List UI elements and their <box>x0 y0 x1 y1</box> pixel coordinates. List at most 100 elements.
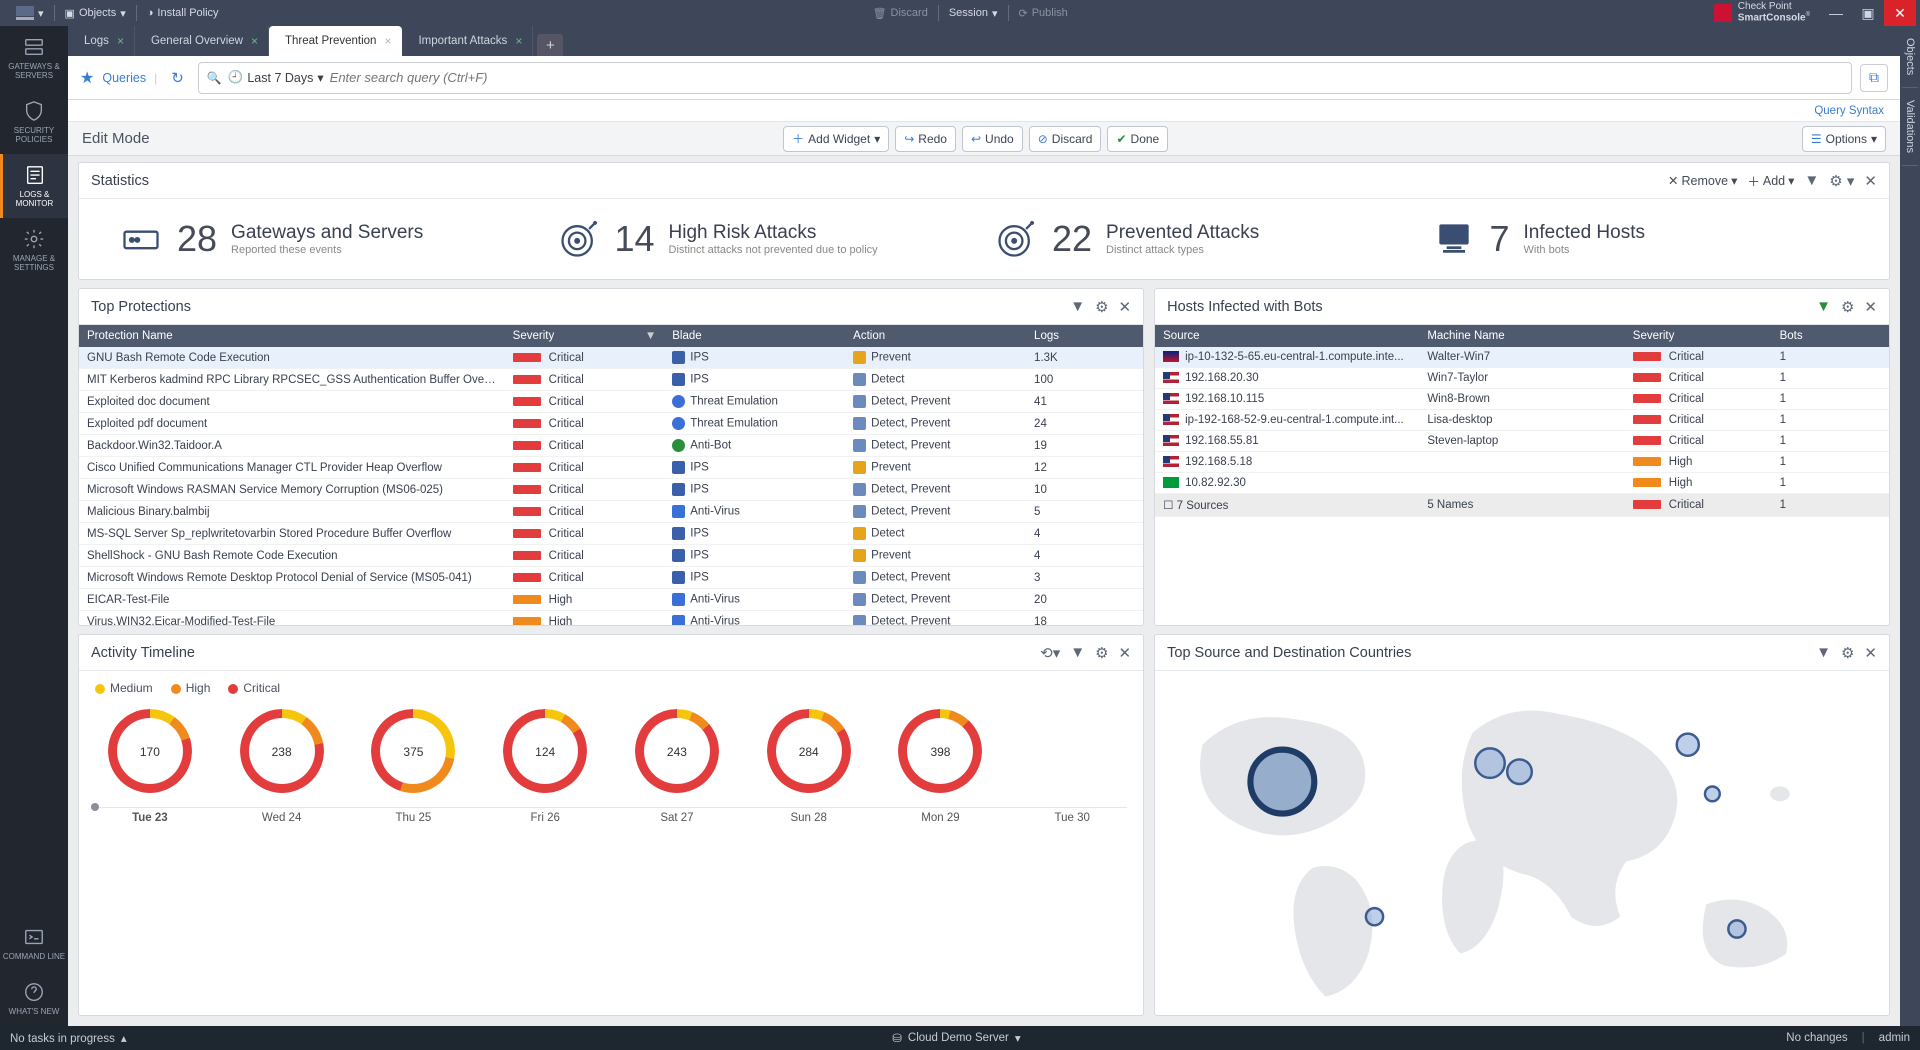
table-row[interactable]: Cisco Unified Communications Manager CTL… <box>79 457 1143 479</box>
add-widget-button[interactable]: ＋Add Widget ▾ <box>783 126 889 152</box>
close-icon[interactable]: × <box>117 34 124 48</box>
table-row[interactable]: 192.168.5.18 High 1 <box>1155 452 1889 473</box>
table-row[interactable]: 192.168.10.115 Win8-Brown Critical 1 <box>1155 389 1889 410</box>
table-row[interactable]: Microsoft Windows RASMAN Service Memory … <box>79 479 1143 501</box>
close-icon[interactable]: × <box>515 34 522 48</box>
table-row[interactable]: Microsoft Windows Remote Desktop Protoco… <box>79 567 1143 589</box>
siderail-manage[interactable]: MANAGE & SETTINGS <box>0 218 68 282</box>
filter-icon[interactable]: ▼ <box>1070 298 1085 315</box>
table-row[interactable]: ip-10-132-5-65.eu-central-1.compute.inte… <box>1155 347 1889 368</box>
stat-item[interactable]: 7 Infected Hosts With bots <box>1432 217 1850 261</box>
tab-logs[interactable]: Logs× <box>68 26 135 56</box>
filter-icon[interactable]: ▼ <box>1070 644 1085 661</box>
table-row[interactable]: Backdoor.Win32.Taidoor.A Critical Anti-B… <box>79 435 1143 457</box>
siderail-command-line[interactable]: COMMAND LINE <box>0 916 68 971</box>
righttab-objects[interactable]: Objects <box>1902 26 1918 88</box>
close-icon[interactable]: ✕ <box>1864 298 1877 316</box>
stat-item[interactable]: 14 High Risk Attacks Distinct attacks no… <box>557 217 975 261</box>
server-status[interactable]: ⛁ Cloud Demo Server ▾ <box>127 1031 1787 1045</box>
queries-link[interactable]: Queries <box>102 71 146 85</box>
done-button[interactable]: ✔Done <box>1107 126 1168 152</box>
table-row[interactable]: MS-SQL Server Sp_replwritetovarbin Store… <box>79 523 1143 545</box>
objects-menu[interactable]: ▣ Objects ▾ <box>57 0 134 26</box>
refresh-icon[interactable]: ⟲▾ <box>1040 644 1060 662</box>
donut-day[interactable]: 243 <box>614 709 740 801</box>
discard-button[interactable]: 🗑 Discard <box>865 0 936 26</box>
remove-button[interactable]: ✕ Remove ▾ <box>1668 173 1737 188</box>
current-user[interactable]: admin <box>1879 1032 1910 1044</box>
publish-button[interactable]: ⟳ Publish <box>1011 0 1076 26</box>
time-range-menu[interactable]: 🕘 Last 7 Days ▾ <box>228 70 324 85</box>
star-icon[interactable]: ★ <box>80 68 94 88</box>
column-header[interactable]: Logs <box>1026 325 1143 347</box>
close-button[interactable]: ✕ <box>1884 0 1916 26</box>
donut-day[interactable]: 398 <box>878 709 1004 801</box>
filter-icon[interactable]: ▼ <box>1816 644 1831 661</box>
search-input[interactable] <box>330 64 1843 92</box>
undo-button[interactable]: ↩Undo <box>962 126 1023 152</box>
top-protections-table[interactable]: Protection NameSeverity▼BladeActionLogs … <box>79 325 1143 625</box>
close-icon[interactable]: ✕ <box>1864 172 1877 190</box>
gear-icon[interactable]: ⚙ <box>1841 644 1854 662</box>
query-box[interactable]: 🔍 🕘 Last 7 Days ▾ <box>198 62 1852 94</box>
filter-icon[interactable]: ▼ <box>1816 298 1831 315</box>
maximize-button[interactable]: ▣ <box>1852 0 1884 26</box>
donut-day[interactable] <box>1009 709 1135 801</box>
donut-day[interactable]: 170 <box>87 709 213 801</box>
options-button[interactable]: ☰Options ▾ <box>1802 126 1886 152</box>
query-syntax-link[interactable]: Query Syntax <box>1814 105 1884 117</box>
install-policy-button[interactable]: ◑ Install Policy <box>139 0 227 26</box>
app-menu[interactable]: ▾ <box>8 0 52 26</box>
close-icon[interactable]: × <box>384 34 391 48</box>
close-icon[interactable]: ✕ <box>1119 644 1132 662</box>
column-header[interactable]: Severity▼ <box>505 325 665 347</box>
gear-icon[interactable]: ⚙ <box>1095 644 1108 662</box>
gear-icon[interactable]: ⚙ <box>1841 298 1854 316</box>
donut-day[interactable]: 375 <box>351 709 477 801</box>
righttab-validations[interactable]: Validations <box>1902 88 1918 166</box>
gear-icon[interactable]: ⚙ ▾ <box>1829 172 1854 190</box>
table-row[interactable]: MIT Kerberos kadmind RPC Library RPCSEC_… <box>79 369 1143 391</box>
siderail-logs[interactable]: LOGS & MONITOR <box>0 154 68 218</box>
donut-day[interactable]: 284 <box>746 709 872 801</box>
column-header[interactable]: Machine Name <box>1419 325 1624 347</box>
stat-item[interactable]: 28 Gateways and Servers Reported these e… <box>119 217 537 261</box>
table-row[interactable]: GNU Bash Remote Code Execution Critical … <box>79 347 1143 369</box>
donut-day[interactable]: 124 <box>482 709 608 801</box>
table-row[interactable]: EICAR-Test-File High Anti-Virus Detect, … <box>79 589 1143 611</box>
table-row[interactable]: ip-192-168-52-9.eu-central-1.compute.int… <box>1155 410 1889 431</box>
table-row[interactable]: ShellShock - GNU Bash Remote Code Execut… <box>79 545 1143 567</box>
refresh-icon[interactable]: ↻ <box>165 69 190 87</box>
donut-day[interactable]: 238 <box>219 709 345 801</box>
tab-important-attacks[interactable]: Important Attacks× <box>402 26 533 56</box>
siderail-policies[interactable]: SECURITY POLICIES <box>0 90 68 154</box>
tab-threat-prevention[interactable]: Threat Prevention× <box>269 26 402 56</box>
column-header[interactable]: Source <box>1155 325 1419 347</box>
world-map[interactable] <box>1155 671 1889 1015</box>
add-button[interactable]: ＋ Add ▾ <box>1747 171 1794 190</box>
bots-table[interactable]: SourceMachine NameSeverityBots ip-10-132… <box>1155 325 1889 517</box>
tasks-status[interactable]: No tasks in progress▴ <box>10 1031 127 1045</box>
popout-icon[interactable]: ⧉ <box>1860 64 1888 92</box>
stat-item[interactable]: 22 Prevented Attacks Distinct attack typ… <box>994 217 1412 261</box>
close-icon[interactable]: ✕ <box>1864 644 1877 662</box>
tab-general-overview[interactable]: General Overview× <box>135 26 269 56</box>
table-row[interactable]: Exploited pdf document Critical Threat E… <box>79 413 1143 435</box>
table-row[interactable]: 192.168.55.81 Steven-laptop Critical 1 <box>1155 431 1889 452</box>
gear-icon[interactable]: ⚙ <box>1095 298 1108 316</box>
table-row[interactable]: 10.82.92.30 High 1 <box>1155 473 1889 494</box>
table-row[interactable]: Exploited doc document Critical Threat E… <box>79 391 1143 413</box>
siderail-gateways[interactable]: GATEWAYS & SERVERS <box>0 26 68 90</box>
close-icon[interactable]: ✕ <box>1119 298 1132 316</box>
column-header[interactable]: Protection Name <box>79 325 505 347</box>
column-header[interactable]: Bots <box>1772 325 1889 347</box>
filter-icon[interactable]: ▼ <box>1804 172 1819 189</box>
discard-button[interactable]: ⊘Discard <box>1029 126 1102 152</box>
column-header[interactable]: Action <box>845 325 1026 347</box>
add-tab-button[interactable]: + <box>537 34 563 56</box>
minimize-button[interactable]: — <box>1820 0 1852 26</box>
column-header[interactable]: Blade <box>664 325 845 347</box>
siderail-whats-new[interactable]: WHAT'S NEW <box>0 971 68 1026</box>
session-menu[interactable]: Session ▾ <box>941 0 1006 26</box>
redo-button[interactable]: ↪Redo <box>895 126 956 152</box>
